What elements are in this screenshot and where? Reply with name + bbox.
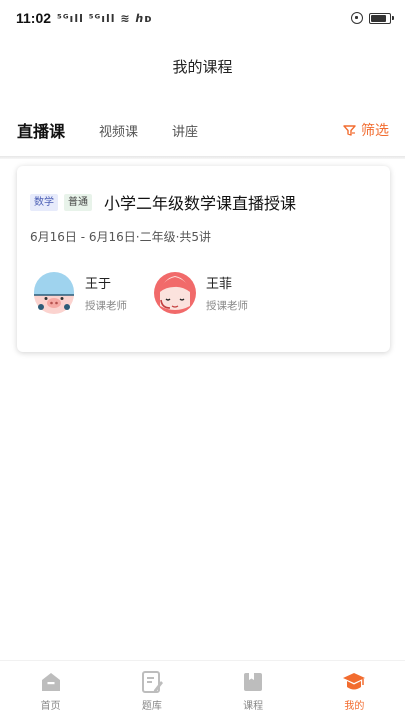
teacher-name: 王于 bbox=[85, 277, 112, 292]
nav-home[interactable]: 首页 bbox=[0, 661, 101, 720]
bottom-nav: 首页 题库 课程 我的 bbox=[0, 660, 405, 720]
graduation-cap-icon bbox=[343, 672, 366, 689]
tab-lecture[interactable]: 讲座 bbox=[172, 121, 198, 140]
course-type-tabs: 直播课 视频课 讲座 筛选 bbox=[0, 108, 405, 152]
app-screen: 11:02 ⁵ᴳıll ⁵ᴳıll ≋ ℎᴅ 我的课程 直播课 视频课 讲座 筛… bbox=[0, 0, 405, 720]
level-tag: 普通 bbox=[64, 193, 92, 211]
teacher-item: 王于 授课老师 bbox=[31, 270, 152, 316]
girl-headset-avatar bbox=[154, 272, 196, 314]
course-schedule: 6月16日 - 6月16日·二年级·共5讲 bbox=[30, 230, 212, 244]
nav-mine-label: 我的 bbox=[344, 700, 365, 712]
page-title: 我的课程 bbox=[172, 57, 233, 76]
nav-question-bank-label: 题库 bbox=[141, 700, 162, 712]
teacher-item: 王菲 授课老师 bbox=[152, 270, 273, 316]
nav-question-bank[interactable]: 题库 bbox=[101, 661, 202, 720]
pig-helmet-avatar bbox=[34, 272, 74, 314]
home-icon bbox=[41, 672, 60, 691]
teacher-list: 王于 授课老师 王菲 授课老师 bbox=[31, 270, 273, 316]
rotation-lock-icon bbox=[351, 12, 363, 24]
filter-icon bbox=[343, 124, 356, 136]
status-bar: 11:02 ⁵ᴳıll ⁵ᴳıll ≋ ℎᴅ bbox=[0, 0, 405, 36]
title-bar: 我的课程 bbox=[0, 44, 405, 88]
subject-tag: 数学 bbox=[30, 193, 58, 211]
tabs-divider bbox=[0, 156, 405, 159]
status-time: 11:02 bbox=[16, 10, 52, 26]
nav-mine[interactable]: 我的 bbox=[304, 661, 405, 720]
filter-button[interactable]: 筛选 bbox=[343, 108, 389, 152]
teacher-role: 授课老师 bbox=[85, 300, 127, 312]
nav-course-label: 课程 bbox=[243, 700, 264, 712]
course-title: 小学二年级数学课直播授课 bbox=[104, 194, 297, 213]
course-icon bbox=[244, 672, 263, 691]
teacher-role: 授课老师 bbox=[206, 300, 248, 312]
tab-video[interactable]: 视频课 bbox=[99, 121, 138, 140]
nav-home-label: 首页 bbox=[40, 700, 61, 712]
signal-wifi-icons: ⁵ᴳıll ⁵ᴳıll ≋ ℎᴅ bbox=[57, 11, 153, 25]
battery-icon bbox=[369, 12, 394, 24]
question-bank-icon bbox=[141, 670, 163, 693]
teacher-name: 王菲 bbox=[206, 277, 233, 292]
nav-course[interactable]: 课程 bbox=[203, 661, 304, 720]
course-card[interactable]: 数学 普通 小学二年级数学课直播授课 6月16日 - 6月16日·二年级·共5讲 bbox=[17, 166, 390, 352]
tab-live[interactable]: 直播课 bbox=[17, 118, 65, 142]
filter-label: 筛选 bbox=[361, 123, 389, 139]
